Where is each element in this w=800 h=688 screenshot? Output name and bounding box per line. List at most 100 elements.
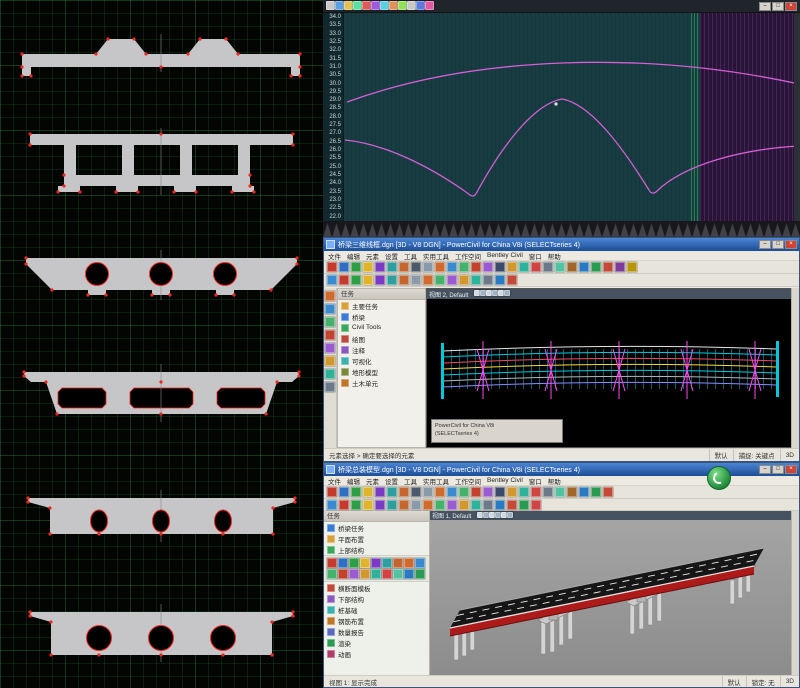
- toolbar-icon[interactable]: [327, 500, 337, 510]
- toolbar-icon[interactable]: [363, 500, 373, 510]
- toolbar-icon[interactable]: [411, 275, 421, 285]
- toolbar-icon[interactable]: [423, 262, 433, 272]
- toolbar-icon[interactable]: [415, 558, 425, 568]
- toolbar-icon[interactable]: [615, 262, 625, 272]
- tree-item[interactable]: 横断面模板: [324, 582, 429, 593]
- toolbar-icon[interactable]: [339, 275, 349, 285]
- toolbar-icon[interactable]: [325, 369, 335, 379]
- menu-item[interactable]: 工具: [404, 476, 417, 486]
- toolbar-icon[interactable]: [387, 487, 397, 497]
- toolbar-icon[interactable]: [387, 262, 397, 272]
- toolbar-icon[interactable]: [591, 262, 601, 272]
- menu-item[interactable]: 工作空间: [455, 476, 481, 486]
- toolbar-icon[interactable]: [415, 569, 425, 579]
- toolbar-icon[interactable]: [459, 262, 469, 272]
- menu-item[interactable]: 帮助: [548, 251, 561, 261]
- toolbar-icon[interactable]: [507, 262, 517, 272]
- toolbar-icon[interactable]: [375, 262, 385, 272]
- toolbar-icon[interactable]: [351, 487, 361, 497]
- tree-item[interactable]: 地形模型: [338, 366, 425, 377]
- task-panel-header[interactable]: 任务: [338, 289, 425, 300]
- menu-item[interactable]: Bentley Civil: [487, 252, 523, 259]
- toolbar-icon[interactable]: [459, 275, 469, 285]
- toolbar-icon[interactable]: [447, 487, 457, 497]
- maximize-button[interactable]: □: [772, 240, 784, 249]
- toolbar-icon[interactable]: [382, 558, 392, 568]
- toolbar-icon[interactable]: [507, 487, 517, 497]
- toolbar-icon[interactable]: [351, 275, 361, 285]
- toolbar-icon[interactable]: [555, 262, 565, 272]
- tree-item[interactable]: Civil Tools: [338, 322, 425, 333]
- tree-item[interactable]: 平面布置: [324, 533, 429, 544]
- tree-item[interactable]: 数量报告: [324, 626, 429, 637]
- toolbar-icon[interactable]: [423, 487, 433, 497]
- menu-item[interactable]: 设置: [385, 251, 398, 261]
- toolbar-icon[interactable]: [327, 487, 337, 497]
- toolbar-icon[interactable]: [591, 487, 601, 497]
- menu-item[interactable]: 编辑: [347, 476, 360, 486]
- wireframe-viewport[interactable]: 视图 2, Default: [426, 288, 793, 448]
- maximize-button[interactable]: □: [772, 465, 784, 474]
- menu-item[interactable]: 工作空间: [455, 251, 481, 261]
- toolbar-icon[interactable]: [495, 487, 505, 497]
- toolbar-icon[interactable]: [338, 569, 348, 579]
- menu-item[interactable]: 窗口: [529, 476, 542, 486]
- toolbar-icon[interactable]: [363, 275, 373, 285]
- toolbar-icon[interactable]: [399, 500, 409, 510]
- toolbar-icon[interactable]: [504, 290, 510, 296]
- toolbar-icon[interactable]: [567, 487, 577, 497]
- toolbar-icon[interactable]: [375, 487, 385, 497]
- toolbar-icon[interactable]: [531, 500, 541, 510]
- minimize-button[interactable]: –: [759, 465, 771, 474]
- toolbar-icon[interactable]: [507, 275, 517, 285]
- toolbar-icon[interactable]: [349, 569, 359, 579]
- toolbar-icon[interactable]: [371, 558, 381, 568]
- toolbar-icon[interactable]: [579, 487, 589, 497]
- toolbar-icon[interactable]: [543, 262, 553, 272]
- toolbar-icon[interactable]: [495, 262, 505, 272]
- toolbar-icon[interactable]: [519, 500, 529, 510]
- toolbar-icon[interactable]: [360, 569, 370, 579]
- toolbar-icon[interactable]: [495, 500, 505, 510]
- toolbar-icon[interactable]: [387, 275, 397, 285]
- toolbar-icon[interactable]: [531, 262, 541, 272]
- menu-item[interactable]: 元素: [366, 251, 379, 261]
- toolbar-icon[interactable]: [363, 487, 373, 497]
- menu-item[interactable]: 实用工具: [423, 476, 449, 486]
- toolbar-icon[interactable]: [519, 487, 529, 497]
- tree-item[interactable]: 桥梁任务: [324, 522, 429, 533]
- toolbar-icon[interactable]: [349, 558, 359, 568]
- toolbar-icon[interactable]: [363, 262, 373, 272]
- menu-item[interactable]: 编辑: [347, 251, 360, 261]
- toolbar-icon[interactable]: [495, 275, 505, 285]
- toolbar-icon[interactable]: [567, 262, 577, 272]
- toolbar-icon[interactable]: [423, 275, 433, 285]
- toolbar-icon[interactable]: [393, 569, 403, 579]
- title-bar[interactable]: 桥梁三维线框.dgn [3D - V8 DGN] - PowerCivil fo…: [324, 238, 799, 251]
- toolbar-icon[interactable]: [579, 262, 589, 272]
- toolbar-icon[interactable]: [435, 262, 445, 272]
- toolbar-icon[interactable]: [435, 500, 445, 510]
- close-button[interactable]: ×: [785, 465, 797, 474]
- tree-item[interactable]: 注释: [338, 344, 425, 355]
- toolbar-icon[interactable]: [371, 569, 381, 579]
- toolbar-icon[interactable]: [382, 569, 392, 579]
- toolbar-icon[interactable]: [507, 512, 513, 518]
- toolbar-icon[interactable]: [471, 500, 481, 510]
- tree-item[interactable]: 渲染: [324, 637, 429, 648]
- vertical-scrollbar[interactable]: [794, 13, 800, 221]
- toolbar-icon[interactable]: [447, 275, 457, 285]
- toolbar-icon[interactable]: [399, 262, 409, 272]
- toolbar-icon[interactable]: [471, 262, 481, 272]
- vertical-scrollbar[interactable]: [791, 511, 799, 675]
- task-panel-header[interactable]: 任务: [324, 511, 429, 522]
- toolbar-icon[interactable]: [483, 500, 493, 510]
- tree-item[interactable]: 绘图: [338, 333, 425, 344]
- toolbar-icon[interactable]: [435, 487, 445, 497]
- toolbar-icon[interactable]: [411, 262, 421, 272]
- toolbar-icon[interactable]: [447, 500, 457, 510]
- toolbar-icon[interactable]: [404, 569, 414, 579]
- toolbar-icon[interactable]: [603, 262, 613, 272]
- toolbar-icon[interactable]: [555, 487, 565, 497]
- toolbar-icon[interactable]: [483, 262, 493, 272]
